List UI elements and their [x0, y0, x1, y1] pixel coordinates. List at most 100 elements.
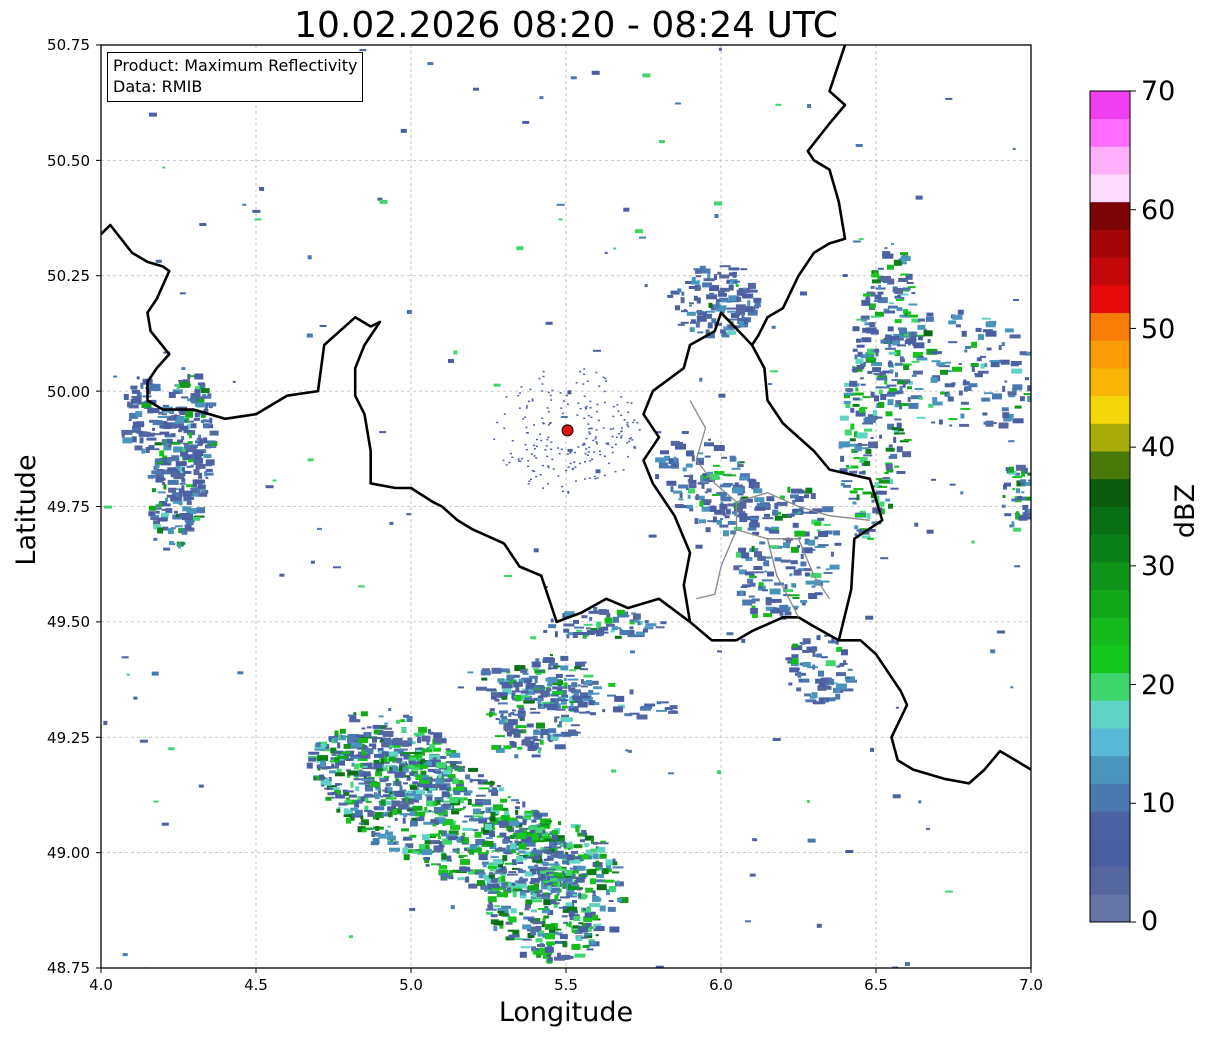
echo-cell — [908, 303, 918, 306]
echo-cell — [759, 541, 766, 545]
echo-cell — [1010, 686, 1014, 689]
echo-cell — [537, 749, 541, 754]
echo-cell — [185, 411, 194, 418]
echo-cell — [558, 721, 562, 728]
echo-cell — [804, 693, 812, 697]
echo-cell — [564, 877, 573, 882]
echo-cell — [557, 696, 566, 700]
echo-cell — [366, 726, 372, 729]
echo-cell — [442, 800, 451, 803]
echo-cell — [526, 682, 532, 689]
echo-cell — [139, 437, 144, 444]
echo-cell — [533, 689, 544, 694]
echo-cell — [182, 490, 193, 497]
echo-cell — [242, 203, 247, 206]
echo-cell — [1018, 515, 1028, 521]
echo-cell — [864, 461, 871, 466]
echo-cell — [170, 497, 175, 501]
echo-cell — [430, 819, 438, 824]
echo-cell — [728, 272, 737, 277]
echo-cell — [505, 396, 508, 398]
echo-cell — [525, 407, 528, 409]
echo-cell — [728, 295, 737, 302]
echo-cell — [589, 400, 592, 403]
echo-cell — [532, 921, 544, 925]
echo-cell — [583, 623, 593, 626]
echo-cell — [589, 460, 592, 462]
colorbar-segment — [1090, 229, 1130, 258]
echo-cell — [552, 686, 558, 690]
echo-cell — [193, 417, 200, 421]
echo-cell — [818, 531, 828, 537]
echo-cell — [363, 827, 373, 830]
echo-cell — [588, 446, 591, 449]
echo-cell — [420, 779, 430, 784]
echo-cell — [896, 471, 906, 474]
echo-cell — [392, 765, 397, 772]
echo-cell — [632, 421, 635, 424]
echo-cell — [525, 856, 536, 859]
echo-cell — [335, 794, 346, 799]
echo-cell — [383, 725, 388, 728]
echo-cell — [178, 379, 188, 382]
echo-cell — [677, 323, 685, 326]
echo-cell — [669, 705, 678, 710]
echo-cell — [938, 419, 943, 425]
echo-cell — [738, 547, 747, 553]
echo-cell — [602, 709, 606, 713]
echo-cell — [432, 784, 440, 788]
echo-cell — [862, 327, 873, 333]
echo-cell — [515, 725, 527, 729]
echo-cell — [874, 482, 879, 488]
echo-cell — [906, 282, 914, 284]
echo-cell — [349, 935, 353, 939]
echo-cell — [104, 505, 113, 509]
echo-cell — [556, 706, 561, 709]
echo-cell — [907, 396, 911, 402]
echo-cell — [568, 687, 576, 692]
echo-cell — [839, 415, 849, 421]
echo-cell — [572, 925, 579, 929]
echo-cell — [554, 744, 566, 750]
echo-cell — [308, 751, 320, 755]
echo-cell — [161, 508, 171, 511]
echo-cell — [623, 419, 626, 421]
echo-cell — [539, 739, 544, 745]
echo-cell — [497, 678, 505, 683]
echo-cell — [400, 128, 407, 133]
colorbar-segment — [1090, 866, 1130, 895]
echo-cell — [478, 854, 488, 861]
echo-cell — [852, 240, 861, 243]
echo-cell — [308, 757, 317, 762]
echo-cell — [742, 287, 747, 290]
echo-cell — [543, 703, 554, 708]
echo-cell — [430, 840, 440, 845]
echo-cell — [849, 438, 856, 442]
echo-cell — [728, 267, 740, 271]
echo-cell — [1020, 479, 1027, 484]
echo-cell — [589, 903, 600, 908]
echo-cell — [789, 594, 800, 597]
echo-cell — [535, 673, 542, 675]
echo-cell — [856, 494, 860, 501]
echo-cell — [894, 465, 900, 468]
echo-cell — [567, 466, 570, 468]
echo-cell — [816, 653, 823, 658]
echo-cell — [697, 312, 707, 316]
echo-cell — [626, 442, 629, 444]
echo-cell — [992, 393, 1002, 400]
echo-cell — [867, 356, 875, 361]
echo-cell — [666, 480, 677, 486]
echo-cell — [612, 415, 615, 418]
echo-cell — [742, 584, 751, 588]
echo-cell — [900, 273, 909, 276]
echo-cell — [688, 286, 697, 289]
echo-cell — [834, 687, 841, 693]
echo-cell — [704, 455, 711, 458]
echo-cell — [1028, 479, 1031, 482]
echo-cell — [899, 297, 905, 299]
echo-cell — [805, 487, 813, 494]
echo-cell — [728, 284, 734, 291]
echo-cell — [459, 807, 465, 810]
echo-cell — [747, 578, 754, 584]
